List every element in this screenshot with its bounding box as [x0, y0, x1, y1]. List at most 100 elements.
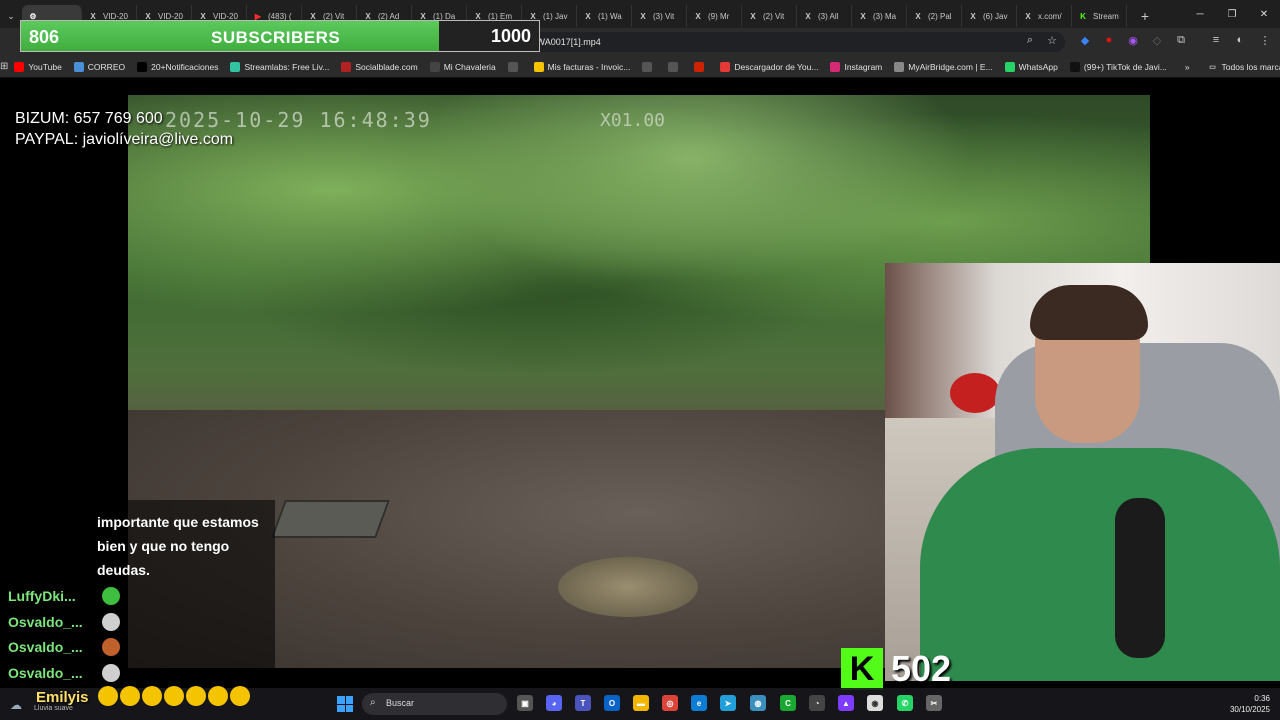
bookmark-item[interactable]: CORREO: [68, 61, 131, 72]
obs-icon[interactable]: ◔: [809, 695, 825, 711]
app-icon[interactable]: ◉: [867, 695, 883, 711]
globe-icon[interactable]: ◍: [750, 695, 766, 711]
bookmark-label: Instagram: [844, 61, 883, 72]
file-explorer-icon[interactable]: ▬: [633, 695, 649, 711]
bookmark-item[interactable]: (99+) TikTok de Javi...: [1064, 61, 1173, 72]
extension-icon[interactable]: ●: [1101, 34, 1117, 46]
browser-tab[interactable]: Xx.com/: [1017, 5, 1072, 27]
chat-row: Osvaldo_...: [8, 612, 120, 631]
bookmark-star-icon[interactable]: ☆: [1044, 34, 1060, 47]
streamer-body: [920, 448, 1280, 681]
chat-nick: Osvaldo_...: [8, 613, 83, 630]
bookmark-favicon-icon: [230, 61, 241, 72]
browser-tab[interactable]: K Stream: [1072, 5, 1127, 27]
chat-nick: Osvaldo_...: [8, 664, 83, 681]
bookmark-label: YouTube: [28, 61, 62, 72]
browser-tab[interactable]: X (1) Wa: [577, 5, 632, 27]
close-window-button[interactable]: ✕: [1248, 0, 1280, 28]
bookmark-item[interactable]: WhatsApp: [999, 61, 1064, 72]
camera-zoom-label: X01.00: [600, 110, 666, 131]
taskbar-search-input[interactable]: ⌕ Buscar: [362, 693, 507, 715]
browser-tab[interactable]: X (3) Vit: [632, 5, 687, 27]
emote-icon: [230, 686, 250, 706]
profile-avatar-icon[interactable]: ◐: [1232, 34, 1248, 46]
edge-icon[interactable]: e: [691, 695, 707, 711]
streamer-hair: [1030, 285, 1148, 340]
x-icon: X: [640, 11, 646, 21]
bookmark-label: Mi Chavaleria: [443, 61, 496, 72]
outlook-icon[interactable]: O: [604, 695, 620, 711]
reading-list-icon[interactable]: ≡: [1208, 34, 1224, 46]
camtasia-icon[interactable]: C: [780, 695, 796, 711]
x-icon: X: [1025, 11, 1031, 21]
x-icon: X: [915, 11, 921, 21]
browser-tab[interactable]: X (9) Mr: [687, 5, 742, 27]
chat-nick: Osvaldo_...: [8, 639, 83, 655]
bookmark-item[interactable]: Instagram: [824, 61, 888, 72]
chat-nick: LuffyDki...: [8, 588, 76, 604]
chrome-icon[interactable]: ◎: [662, 695, 678, 711]
whatsapp-icon[interactable]: ✆: [897, 695, 913, 711]
bookmark-item[interactable]: [502, 61, 528, 72]
bookmark-favicon-icon: [894, 61, 905, 72]
extension-icon[interactable]: ◇: [1149, 34, 1165, 47]
browser-tab[interactable]: X (2) Vit: [742, 5, 797, 27]
minimize-button[interactable]: ─: [1184, 0, 1216, 28]
bookmark-label: (99+) TikTok de Javi...: [1083, 61, 1167, 72]
maximize-button[interactable]: ❐: [1216, 0, 1248, 28]
tab-search-button[interactable]: ⌄: [0, 5, 22, 27]
emote-icon: [164, 686, 184, 706]
bookmark-item[interactable]: Streamlabs: Free Liv...: [224, 61, 335, 72]
browser-tab[interactable]: X (3) Ma: [852, 5, 907, 27]
extensions-puzzle-icon[interactable]: ⧉: [1173, 34, 1189, 47]
emote-icon: [186, 686, 206, 706]
search-icon: ⌕: [370, 697, 376, 708]
all-bookmarks-folder[interactable]: ▭ Todos los marcadores: [1202, 62, 1280, 72]
bookmark-item[interactable]: MyAirBridge.com | E...: [888, 61, 998, 72]
emote-icon: [102, 587, 120, 605]
tab-title: (3) Vit: [653, 11, 675, 21]
weather-cloud-icon[interactable]: ☁: [10, 698, 22, 712]
tab-title: (1) Wa: [598, 11, 622, 21]
bookmark-item[interactable]: 20+Notificaciones: [131, 61, 224, 72]
x-icon: X: [695, 11, 701, 21]
menu-kebab-icon[interactable]: ⋮: [1257, 34, 1273, 47]
new-tab-button[interactable]: +: [1133, 8, 1157, 24]
screen: ⌄ ⚙ X VID-20 X VID-20 X VID-20 ▶ (483) (X (2) Vit…: [0, 0, 1280, 720]
snipping-tool-icon[interactable]: ✂: [926, 695, 942, 711]
bookmark-item[interactable]: Mis facturas - Invoic...: [528, 61, 637, 72]
app-icon[interactable]: ▲: [838, 695, 854, 711]
subscriber-goal-target: 1000: [490, 26, 531, 46]
extension-icon[interactable]: ◆: [1077, 34, 1093, 47]
bookmark-item[interactable]: YouTube: [8, 61, 67, 72]
bookmark-item[interactable]: [688, 61, 714, 72]
start-button[interactable]: [337, 696, 353, 712]
browser-tab[interactable]: X (2) Pal: [907, 5, 962, 27]
folder-icon: ▭: [1209, 63, 1216, 71]
browser-tab[interactable]: X (6) Jav: [962, 5, 1017, 27]
extension-icon[interactable]: ◉: [1125, 34, 1141, 47]
bookmark-item[interactable]: [662, 61, 688, 72]
x-icon: X: [860, 11, 866, 21]
task-view-icon[interactable]: ▣: [517, 695, 533, 711]
browser-tab[interactable]: X (3) All: [797, 5, 852, 27]
discord-icon[interactable]: ◕: [546, 695, 562, 711]
system-clock[interactable]: 0:36 30/10/2025: [1230, 693, 1270, 715]
red-decoration: [950, 373, 1000, 413]
bookmark-favicon-icon: [73, 61, 84, 72]
water-puddle: [558, 557, 698, 617]
bookmark-item[interactable]: [636, 61, 662, 72]
donation-info: BIZUM: 657 769 600 PAYPAL: javiolíveira@…: [15, 108, 233, 150]
bookmark-favicon-icon: [694, 61, 705, 72]
zoom-icon[interactable]: ⌕: [1022, 34, 1038, 47]
tab-title: (2) Pal: [928, 11, 952, 21]
emote-icon: [102, 612, 120, 631]
more-bookmarks-chevron-icon[interactable]: »: [1173, 62, 1202, 72]
bookmark-item[interactable]: Mi Chavaleria: [424, 61, 502, 72]
bookmark-item[interactable]: Socialblade.com: [335, 61, 423, 72]
telegram-icon[interactable]: ➤: [720, 695, 736, 711]
bookmark-item[interactable]: Descargador de You...: [714, 61, 824, 72]
all-bookmarks-label: Todos los marcadores: [1221, 61, 1280, 72]
teams-icon[interactable]: T: [575, 695, 591, 711]
apps-grid-icon[interactable]: ⊞: [0, 61, 8, 72]
